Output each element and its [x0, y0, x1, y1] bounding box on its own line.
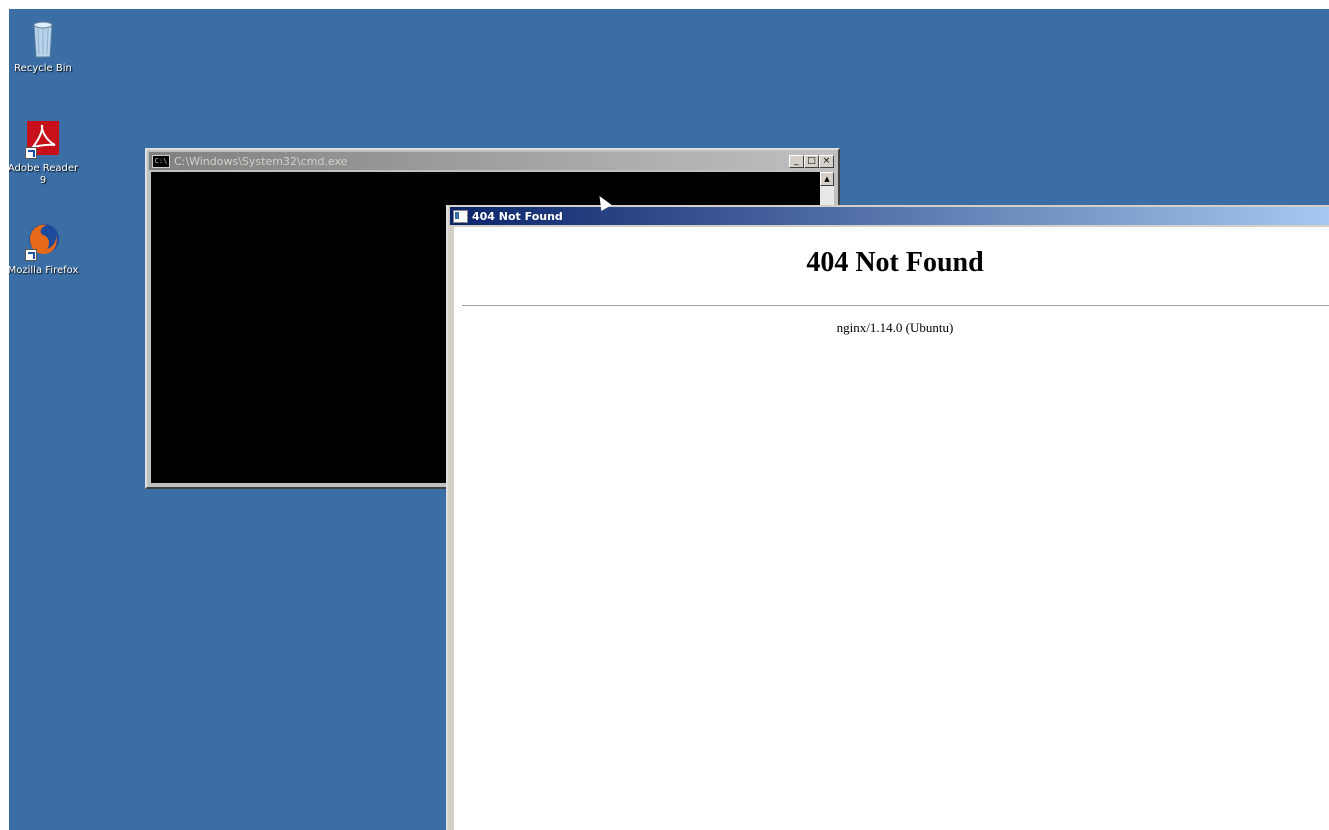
recycle-bin-icon — [25, 19, 61, 59]
close-button[interactable]: × — [819, 154, 834, 168]
mozilla-firefox-label: Mozilla Firefox — [9, 265, 79, 276]
divider — [462, 305, 1329, 306]
window-icon — [453, 209, 468, 223]
browser-window[interactable]: 404 Not Found 404 Not Found nginx/1.14.0… — [446, 205, 1329, 830]
desktop-icon-mozilla-firefox[interactable]: Mozilla Firefox — [9, 221, 80, 277]
browser-titlebar[interactable]: 404 Not Found — [450, 207, 1329, 225]
cmd-window-title: C:\Windows\System32\cmd.exe — [174, 154, 348, 168]
shortcut-arrow-icon — [25, 147, 37, 159]
cmd-titlebar[interactable]: C:\ C:\Windows\System32\cmd.exe _ □ × — [149, 152, 836, 170]
minimize-button[interactable]: _ — [789, 154, 804, 168]
browser-window-title: 404 Not Found — [472, 209, 563, 223]
desktop: Recycle Bin Adobe Reader 9 Mozilla Firef… — [9, 9, 1329, 830]
desktop-icon-recycle-bin[interactable]: Recycle Bin — [9, 19, 80, 75]
cmd-window-controls: _ □ × — [789, 154, 834, 168]
cmd-icon: C:\ — [152, 154, 170, 168]
recycle-bin-label: Recycle Bin — [14, 63, 72, 74]
maximize-button[interactable]: □ — [804, 154, 819, 168]
adobe-reader-label: Adobe Reader 9 — [9, 163, 79, 186]
firefox-icon — [25, 221, 61, 261]
shortcut-arrow-icon — [25, 249, 37, 261]
adobe-reader-icon — [25, 119, 61, 159]
scroll-up-button[interactable]: ▲ — [820, 172, 834, 186]
browser-content: 404 Not Found nginx/1.14.0 (Ubuntu) — [454, 227, 1329, 830]
page-heading: 404 Not Found — [806, 247, 984, 278]
desktop-icon-adobe-reader[interactable]: Adobe Reader 9 — [9, 119, 80, 187]
server-signature: nginx/1.14.0 (Ubuntu) — [836, 320, 954, 335]
